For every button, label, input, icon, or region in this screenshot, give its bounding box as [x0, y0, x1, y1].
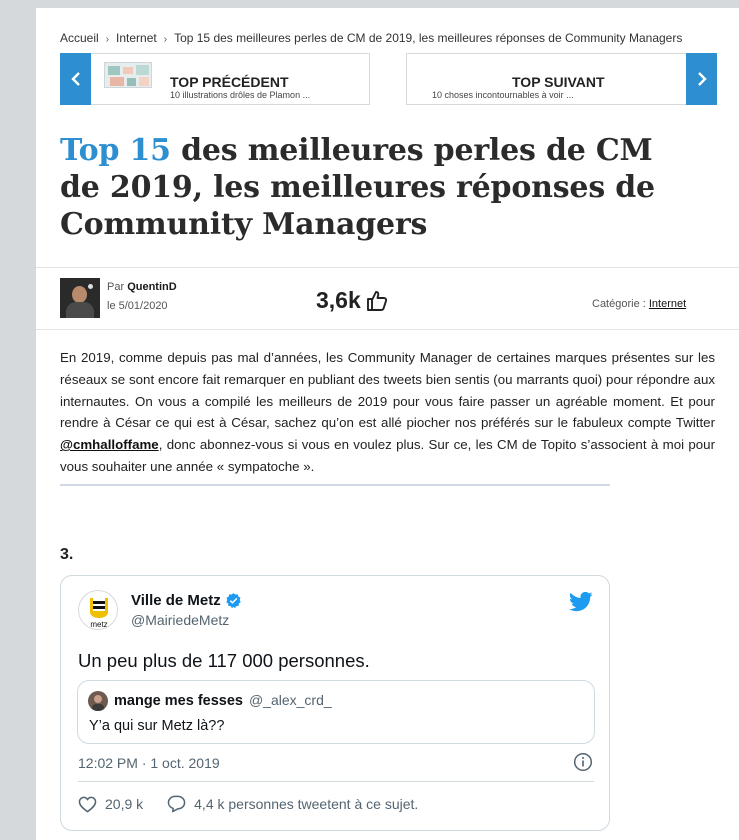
author-byline: Par QuentinD	[107, 281, 177, 293]
likes-count: 3,6k	[316, 287, 361, 313]
publish-date: le 5/01/2020	[107, 300, 168, 312]
quoted-author-handle: @_alex_crd_	[248, 692, 332, 708]
breadcrumb: Accueil › Internet › Top 15 des meilleures p…	[60, 31, 682, 45]
breadcrumb-separator: ›	[163, 34, 168, 45]
info-icon[interactable]	[573, 752, 593, 772]
category-link[interactable]: Internet	[649, 298, 686, 310]
chevron-left-icon[interactable]	[60, 53, 91, 105]
twitter-bird-icon[interactable]	[569, 592, 593, 612]
tweet-author-avatar[interactable]: metz	[78, 590, 118, 630]
embedded-tweet[interactable]: metz Ville de Metz @MairiedeMetz Un peu …	[60, 575, 610, 831]
divider	[36, 329, 739, 330]
category-label: Catégorie :	[592, 298, 646, 310]
heart-icon	[78, 796, 97, 812]
quoted-tweet[interactable]: mange mes fesses @_alex_crd_ Y’a qui sur …	[77, 680, 595, 744]
divider	[36, 267, 739, 268]
author-prefix: Par	[107, 281, 125, 293]
quoted-author-name: mange mes fesses	[114, 693, 243, 709]
article-intro: En 2019, comme depuis pas mal d’années, …	[60, 347, 715, 478]
intro-text-end: , donc abonnez-vous si vous en voulez pl…	[60, 437, 715, 474]
previous-top-link[interactable]: TOP PRÉCÉDENT 10 illustrations drôles de…	[60, 53, 370, 105]
author-link[interactable]: QuentinD	[127, 281, 177, 293]
breadcrumb-home[interactable]: Accueil	[60, 31, 99, 45]
chevron-right-icon[interactable]	[686, 53, 717, 105]
intro-text: En 2019, comme depuis pas mal d’années, …	[60, 350, 715, 431]
tweet-avatar-text: metz	[90, 620, 107, 629]
tweet-author-name-text: Ville de Metz	[131, 592, 221, 609]
tweet-timestamp[interactable]: 12:02 PM · 1 oct. 2019	[78, 755, 220, 771]
article-title-accent: Top 15	[60, 133, 171, 168]
article-page: Accueil › Internet › Top 15 des meilleures p…	[36, 8, 739, 840]
tweet-author-handle[interactable]: @MairiedeMetz	[131, 612, 229, 628]
next-top-subtitle: 10 choses incontournables à voir ...	[432, 90, 574, 100]
tweet-actions: 20,9 k 4,4 k personnes tweetent à ce suj…	[78, 795, 442, 813]
tweet-reply-text: 4,4 k personnes tweetent à ce sujet.	[194, 796, 419, 812]
article-title: Top 15 des meilleures perles de CM de 20…	[60, 132, 670, 243]
intro-divider	[60, 484, 610, 486]
likes-counter[interactable]: 3,6k	[316, 287, 389, 314]
tweet-like-button[interactable]: 20,9 k	[78, 796, 143, 813]
breadcrumb-section[interactable]: Internet	[116, 31, 157, 45]
tweet-like-count: 20,9 k	[105, 796, 144, 812]
quoted-tweet-text: Y’a qui sur Metz là??	[89, 718, 225, 734]
quoted-author-avatar[interactable]	[88, 691, 108, 711]
tweet-reply-button[interactable]: 4,4 k personnes tweetent à ce sujet.	[167, 795, 418, 813]
breadcrumb-separator: ›	[105, 34, 110, 45]
cmhalloffame-link[interactable]: @cmhalloffame	[60, 437, 159, 452]
category: Catégorie : Internet	[592, 298, 686, 310]
tweet-text: Un peu plus de 117 000 personnes.	[78, 650, 370, 671]
item-number: 3.	[60, 546, 74, 563]
previous-top-thumbnail	[104, 62, 152, 88]
next-top-link[interactable]: TOP SUIVANT 10 choses incontournables à …	[406, 53, 717, 105]
tweet-divider	[78, 781, 594, 782]
quoted-author[interactable]: mange mes fesses @_alex_crd_	[114, 692, 332, 709]
next-top-title: TOP SUIVANT	[512, 74, 605, 90]
speech-bubble-icon	[167, 795, 186, 813]
breadcrumb-current: Top 15 des meilleures perles de CM de 20…	[174, 31, 683, 45]
previous-top-subtitle: 10 illustrations drôles de Plamon ...	[170, 90, 311, 100]
verified-badge-icon	[226, 593, 241, 609]
author-avatar[interactable]	[60, 278, 100, 318]
previous-top-title: TOP PRÉCÉDENT	[170, 74, 289, 90]
thumbs-up-icon[interactable]	[365, 289, 389, 313]
tweet-author-name[interactable]: Ville de Metz	[131, 592, 242, 609]
